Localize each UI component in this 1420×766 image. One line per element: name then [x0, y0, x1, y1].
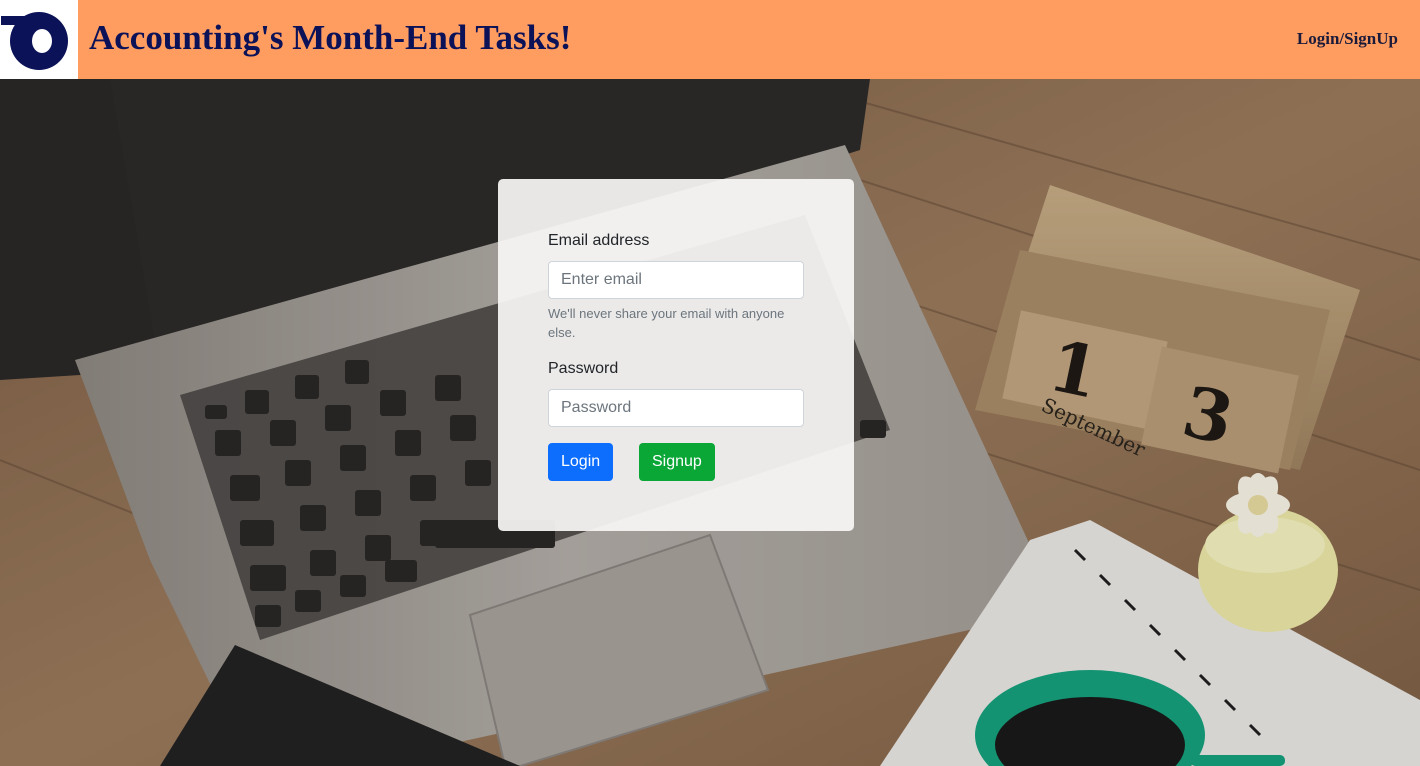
email-help-text: We'll never share your email with anyone…: [548, 306, 785, 340]
email-input[interactable]: [548, 261, 804, 299]
brand-logo-icon: [1, 12, 68, 70]
page: Accounting's Month-End Tasks! Login/Sign…: [0, 0, 1420, 766]
password-label: Password: [548, 360, 619, 377]
login-signup-link[interactable]: Login/SignUp: [1297, 28, 1398, 50]
signup-button[interactable]: Signup: [639, 443, 715, 481]
login-button[interactable]: Login: [548, 443, 614, 481]
logo-container[interactable]: [0, 0, 78, 79]
app-title: Accounting's Month-End Tasks!: [89, 18, 572, 57]
password-input[interactable]: [548, 389, 804, 427]
email-label: Email address: [548, 232, 650, 249]
login-form: Email address We'll never share your ema…: [498, 179, 854, 531]
top-navbar: Accounting's Month-End Tasks! Login/Sign…: [0, 0, 1420, 79]
